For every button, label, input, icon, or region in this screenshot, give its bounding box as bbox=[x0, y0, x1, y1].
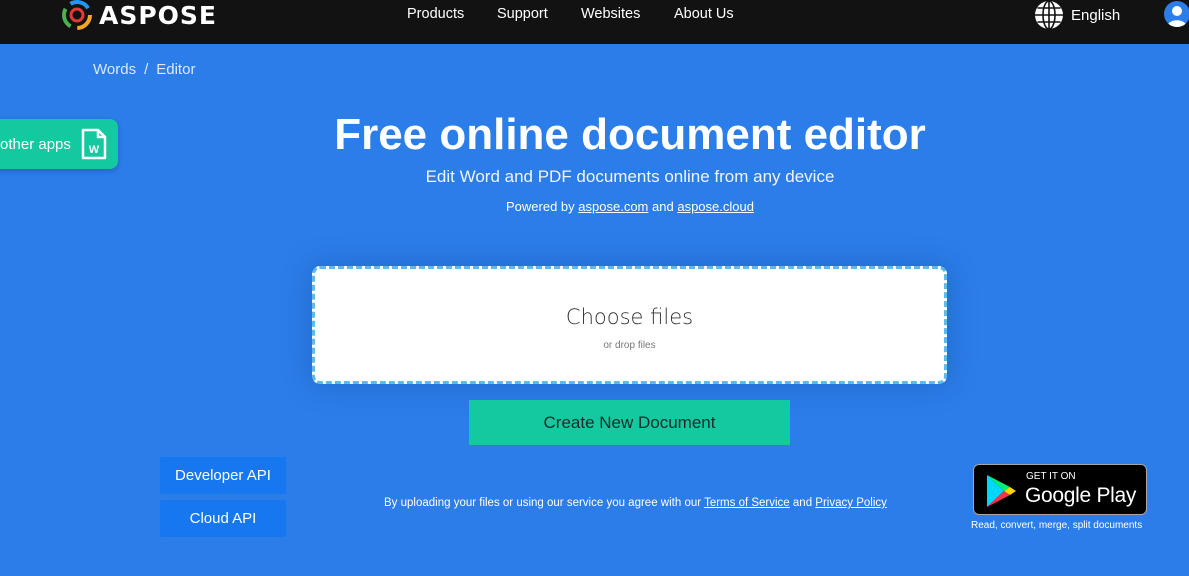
globe-icon bbox=[1035, 0, 1063, 30]
terms-of-service-link[interactable]: Terms of Service bbox=[704, 497, 790, 509]
aspose-logo-icon bbox=[62, 0, 92, 30]
create-new-document-button[interactable]: Create New Document bbox=[469, 400, 790, 445]
file-dropzone[interactable]: Choose files or drop files bbox=[312, 266, 947, 384]
terms-prefix: By uploading your files or using our ser… bbox=[384, 497, 702, 509]
google-play-label: Google Play bbox=[1025, 484, 1137, 507]
cloud-api-button[interactable]: Cloud API bbox=[160, 500, 286, 537]
breadcrumb-separator: / bbox=[144, 61, 149, 78]
powered-and: and bbox=[652, 199, 674, 214]
nav-products[interactable]: Products bbox=[407, 6, 464, 22]
aspose-cloud-link[interactable]: aspose.cloud bbox=[677, 199, 754, 214]
user-account-icon[interactable] bbox=[1164, 1, 1189, 27]
developer-api-button[interactable]: Developer API bbox=[160, 457, 286, 494]
breadcrumb-words[interactable]: Words bbox=[93, 61, 136, 78]
aspose-logo[interactable]: ASPOSE bbox=[61, 0, 217, 30]
powered-prefix: Powered by bbox=[506, 199, 575, 214]
google-play-icon bbox=[987, 475, 1016, 507]
google-play-caption: Read, convert, merge, split documents bbox=[971, 520, 1143, 531]
top-navbar: ASPOSE Products Support Websites About U… bbox=[0, 0, 1189, 44]
terms-and: and bbox=[792, 497, 813, 509]
breadcrumb-editor: Editor bbox=[156, 61, 196, 78]
powered-by: Powered by aspose.com and aspose.cloud bbox=[0, 199, 1189, 214]
aspose-com-link[interactable]: aspose.com bbox=[578, 199, 648, 214]
choose-files-label[interactable]: Choose files bbox=[315, 305, 944, 329]
page-title: Free online document editor bbox=[334, 110, 926, 159]
nav-about-us[interactable]: About Us bbox=[674, 6, 734, 22]
drop-files-hint: or drop files bbox=[603, 340, 656, 351]
breadcrumb: Words / Editor bbox=[93, 61, 195, 78]
google-play-badge[interactable]: GET IT ON Google Play bbox=[973, 464, 1147, 515]
get-it-on-label: GET IT ON bbox=[1026, 471, 1076, 482]
terms-notice: By uploading your files or using our ser… bbox=[384, 497, 887, 509]
language-selector[interactable]: English bbox=[1034, 0, 1120, 30]
nav-support[interactable]: Support bbox=[497, 6, 548, 22]
brand-name: ASPOSE bbox=[99, 0, 218, 30]
privacy-policy-link[interactable]: Privacy Policy bbox=[815, 497, 887, 509]
language-label: English bbox=[1071, 6, 1121, 24]
page-subtitle: Edit Word and PDF documents online from … bbox=[425, 167, 835, 186]
nav-websites[interactable]: Websites bbox=[581, 6, 640, 22]
